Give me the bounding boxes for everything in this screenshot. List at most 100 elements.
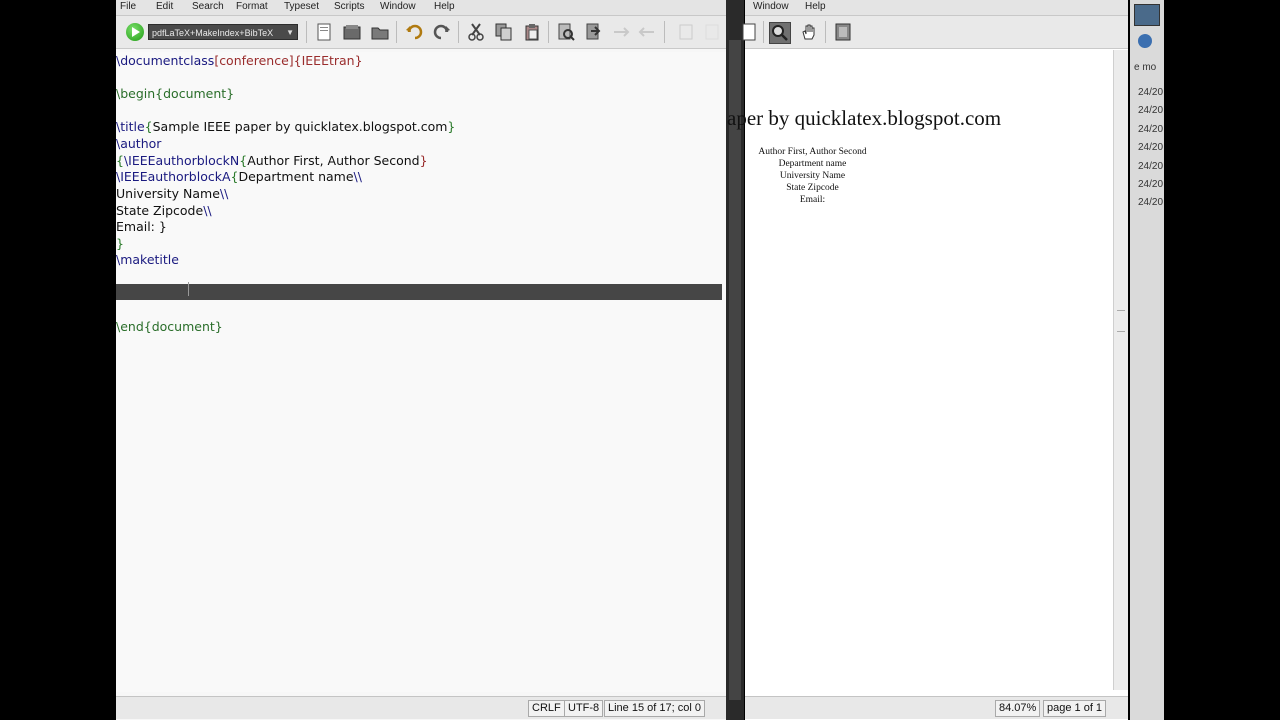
menu-window[interactable]: Window <box>753 1 789 12</box>
typeset-button[interactable] <box>126 23 144 41</box>
find-icon <box>558 23 575 41</box>
code-line-6: \author <box>116 136 162 151</box>
menu-file[interactable]: File <box>120 1 136 12</box>
copy-button[interactable] <box>494 22 514 42</box>
menu-help[interactable]: Help <box>434 1 455 12</box>
strip-date: 24/20 <box>1138 161 1164 172</box>
magnifier-button[interactable] <box>769 22 791 44</box>
cut-button[interactable] <box>466 22 486 42</box>
strip-text: e mo <box>1134 62 1157 73</box>
code-line-8: \IEEEauthorblockA{Department name\\ <box>116 169 362 184</box>
strip-date: 24/20 <box>1138 179 1164 190</box>
fit-page-button[interactable] <box>833 22 853 42</box>
toolbar-separator <box>763 21 764 43</box>
hand-icon <box>802 24 815 40</box>
toolbar-separator <box>548 21 549 43</box>
unindent-icon <box>705 24 719 40</box>
folder-icon <box>371 27 389 40</box>
paste-icon <box>525 24 539 41</box>
strip-date: 24/20 <box>1138 124 1164 135</box>
menu-window[interactable]: Window <box>380 1 416 12</box>
code-line-1: \documentclass[conference]{IEEEtran} <box>116 53 363 68</box>
typeset-mode-select[interactable]: pdfLaTeX+MakeIndex+BibTeX ▼ <box>148 24 298 40</box>
find-button[interactable] <box>556 22 576 42</box>
code-line-9: University Name\\ <box>116 186 229 201</box>
toolbar-separator <box>306 21 307 43</box>
code-line-7: {\IEEEauthorblockN{Author First, Author … <box>116 153 428 168</box>
editor-statusbar: CRLF UTF-8 Line 15 of 17; col 0 <box>116 696 726 719</box>
encoding-indicator[interactable]: UTF-8 <box>564 700 604 717</box>
code-line-10: State Zipcode\\ <box>116 203 212 218</box>
new-document-button[interactable] <box>314 22 334 42</box>
strip-date: 24/20 <box>1138 87 1164 98</box>
code-line-17: \end{document} <box>116 319 223 334</box>
paper-title: aper by quicklatex.blogspot.com <box>727 106 1002 130</box>
author-state-zip: State Zipcode <box>786 183 839 193</box>
code-line-11: Email: } <box>116 219 167 234</box>
fit-page-icon <box>835 23 851 41</box>
typeset-mode-value: pdfLaTeX+MakeIndex+BibTeX <box>152 28 274 38</box>
scrollbar-thumb[interactable] <box>729 40 741 700</box>
author-university: University Name <box>779 171 846 181</box>
author-department: Department name <box>778 159 847 169</box>
chevron-down-icon: ▼ <box>286 28 294 37</box>
unindent-button[interactable] <box>702 22 722 42</box>
background-window-strip: e mo 24/20 24/20 24/20 24/20 24/20 24/20… <box>1130 0 1164 720</box>
code-line-5: \title{Sample IEEE paper by quicklatex.b… <box>116 119 456 134</box>
page-indicator: page 1 of 1 <box>1043 700 1107 717</box>
globe-icon <box>1138 34 1152 48</box>
pdf-page: aper by quicklatex.blogspot.com Author F… <box>727 50 1113 690</box>
strip-date: 24/20 <box>1138 142 1164 153</box>
scissors-icon <box>468 23 484 41</box>
arrow-right-icon <box>614 27 630 37</box>
menu-scripts[interactable]: Scripts <box>334 1 365 12</box>
preview-statusbar: 84.07% page 1 of 1 <box>745 696 1128 719</box>
cursor-position: Line 15 of 17; col 0 <box>604 700 705 717</box>
menu-typeset[interactable]: Typeset <box>284 1 319 12</box>
preview-menubar: Window Help <box>745 0 1128 16</box>
template-icon <box>343 25 361 40</box>
find-previous-button[interactable] <box>636 22 656 42</box>
current-line-highlight <box>116 284 722 300</box>
undo-button[interactable] <box>404 22 424 42</box>
scrollbar-grip[interactable] <box>1117 310 1125 332</box>
indent-icon <box>679 24 693 40</box>
menu-edit[interactable]: Edit <box>156 1 173 12</box>
goto-source-button[interactable] <box>739 22 759 42</box>
new-document-icon <box>317 23 331 41</box>
menu-search[interactable]: Search <box>192 1 224 12</box>
editor-toolbar: pdfLaTeX+MakeIndex+BibTeX ▼ <box>116 16 726 49</box>
redo-button[interactable] <box>432 22 452 42</box>
redo-icon <box>433 24 450 40</box>
find-next-button[interactable] <box>612 22 632 42</box>
window-icon[interactable] <box>1134 4 1160 26</box>
strip-date: 24/20 <box>1138 105 1164 116</box>
menu-help[interactable]: Help <box>805 1 826 12</box>
menu-format[interactable]: Format <box>236 1 268 12</box>
code-line-3: \begin{document} <box>116 86 235 101</box>
editor-menubar: File Edit Search Format Typeset Scripts … <box>116 0 726 16</box>
text-cursor <box>188 282 189 296</box>
strip-date: 24/20 <box>1138 197 1164 208</box>
magnifier-icon <box>772 25 788 41</box>
replace-button[interactable] <box>584 22 604 42</box>
new-from-template-button[interactable] <box>342 22 362 42</box>
document-icon <box>742 23 756 41</box>
toolbar-separator <box>825 21 826 43</box>
replace-icon <box>586 23 601 40</box>
open-button[interactable] <box>370 22 390 42</box>
code-editor[interactable]: \documentclass[conference]{IEEEtran} \be… <box>116 52 726 692</box>
zoom-level[interactable]: 84.07% <box>995 700 1041 717</box>
preview-toolbar <box>742 16 1128 49</box>
arrow-left-icon <box>638 27 654 37</box>
code-line-12: } <box>116 236 124 251</box>
copy-icon <box>495 23 512 41</box>
preview-scrollbar[interactable] <box>1113 50 1128 690</box>
line-ending-indicator[interactable]: CRLF <box>528 700 565 717</box>
scroll-hand-button[interactable] <box>799 22 819 42</box>
preview-window: Window Help aper by quicklatex.blogspot.… <box>727 0 1128 720</box>
paste-button[interactable] <box>522 22 542 42</box>
undo-icon <box>406 24 423 40</box>
indent-button[interactable] <box>676 22 696 42</box>
toolbar-separator <box>458 21 459 43</box>
